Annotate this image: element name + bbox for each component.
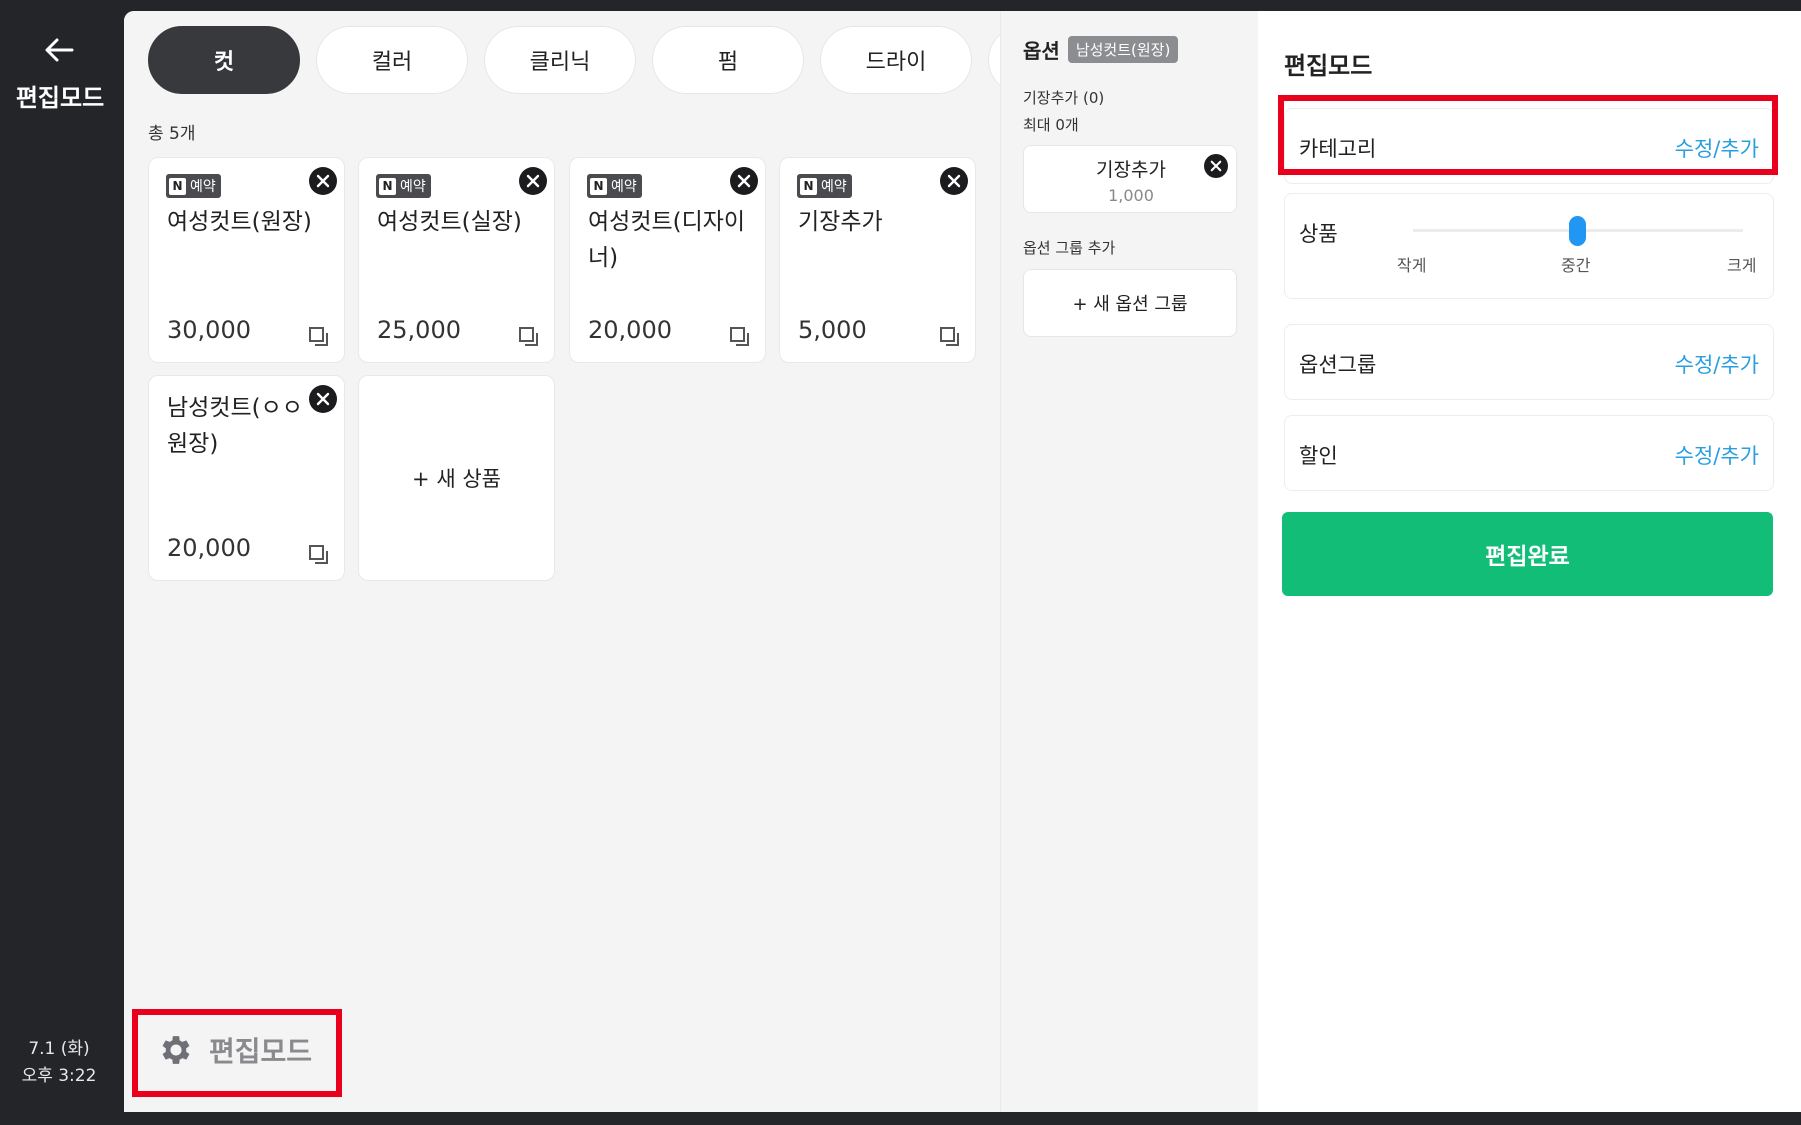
product-price: 30,000 — [167, 316, 251, 344]
product-price: 20,000 — [167, 534, 251, 562]
copy-icon[interactable] — [308, 326, 330, 348]
product-card[interactable]: N 예약 여성컷트(원장) 30,000 — [148, 157, 345, 363]
naver-n-icon: N — [379, 177, 396, 195]
edit-done-button[interactable]: 편집완료 — [1282, 512, 1773, 596]
product-name: 여성컷트(원장) — [167, 209, 312, 235]
highlight-box — [132, 1009, 342, 1097]
delete-option-button[interactable] — [1204, 154, 1228, 178]
close-icon — [526, 174, 540, 188]
options-title: 옵션 — [1023, 39, 1060, 63]
option-item-price: 1,000 — [1108, 186, 1154, 205]
product-name: 여성컷트(디자이너) — [588, 209, 746, 271]
reservation-badge: N 예약 — [376, 174, 431, 198]
close-icon — [1210, 160, 1222, 172]
delete-button[interactable] — [730, 167, 758, 195]
discount-edit-link[interactable]: 수정/추가 — [1675, 440, 1759, 470]
product-card[interactable]: N 예약 기장추가 5,000 — [779, 157, 976, 363]
close-icon — [316, 174, 330, 188]
left-rail: 편집모드 7.1 (화) 오후 3:22 — [0, 0, 124, 1125]
category-tabs: 컷 컬러 클리닉 펌 드라이 — [148, 26, 1000, 96]
copy-icon[interactable] — [729, 326, 751, 348]
option-item[interactable]: 기장추가 1,000 — [1023, 145, 1237, 213]
date-text: 7.1 (화) — [28, 1039, 90, 1059]
product-size-label: 상품 — [1299, 222, 1338, 246]
option-group-label: 옵션그룹 — [1299, 353, 1377, 377]
tab-dry[interactable]: 드라이 — [820, 26, 972, 94]
badge-label: 예약 — [400, 179, 426, 195]
close-icon — [947, 174, 961, 188]
option-group-edit-link[interactable]: 수정/추가 — [1675, 349, 1759, 379]
product-name: 기장추가 — [798, 209, 883, 235]
new-product-button[interactable]: + 새 상품 — [358, 375, 555, 581]
delete-button[interactable] — [940, 167, 968, 195]
selected-product-chip: 남성컷트(원장) — [1067, 36, 1179, 63]
discount-row: 할인 수정/추가 — [1284, 415, 1774, 491]
badge-label: 예약 — [190, 179, 216, 195]
naver-n-icon: N — [800, 177, 817, 195]
option-group-max: 최대 0개 — [1023, 116, 1079, 134]
reservation-badge: N 예약 — [797, 174, 852, 198]
close-icon — [737, 174, 751, 188]
delete-button[interactable] — [309, 167, 337, 195]
size-small-label: 작게 — [1397, 256, 1427, 275]
product-count: 총 5개 — [148, 124, 196, 144]
tab-perm[interactable]: 펌 — [652, 26, 804, 94]
edit-panel: 편집모드 카테고리 수정/추가 상품 작게 중간 크게 옵션그룹 수정/추가 할… — [1258, 11, 1801, 1112]
tab-next-partial[interactable] — [988, 26, 1000, 94]
tab-cut[interactable]: 컷 — [148, 26, 300, 94]
size-large-label: 크게 — [1727, 256, 1757, 275]
copy-icon[interactable] — [939, 326, 961, 348]
add-option-group-label: 옵션 그룹 추가 — [1023, 239, 1116, 257]
naver-n-icon: N — [169, 177, 186, 195]
panel-title: 편집모드 — [1284, 52, 1373, 80]
back-arrow-icon[interactable] — [42, 33, 76, 67]
badge-label: 예약 — [821, 179, 847, 195]
reservation-badge: N 예약 — [587, 174, 642, 198]
product-area: 컷 컬러 클리닉 펌 드라이 총 5개 N 예약 여성컷트(원장) 30,000 … — [124, 11, 1000, 1112]
new-option-group-button[interactable]: + 새 옵션 그룹 — [1023, 269, 1237, 337]
product-price: 20,000 — [588, 316, 672, 344]
rail-title: 편집모드 — [15, 84, 105, 112]
product-size-row: 상품 작게 중간 크게 — [1284, 193, 1774, 299]
product-card[interactable]: N 예약 여성컷트(디자이너) 20,000 — [569, 157, 766, 363]
copy-icon[interactable] — [518, 326, 540, 348]
options-header: 옵션 남성컷트(원장) — [1023, 35, 1179, 64]
option-group-row: 옵션그룹 수정/추가 — [1284, 324, 1774, 400]
size-medium-label: 중간 — [1561, 256, 1591, 275]
time-text: 오후 3:22 — [21, 1066, 97, 1086]
close-icon — [316, 392, 330, 406]
product-name: 여성컷트(실장) — [377, 209, 522, 235]
tab-color[interactable]: 컬러 — [316, 26, 468, 94]
delete-button[interactable] — [519, 167, 547, 195]
product-card[interactable]: N 예약 여성컷트(실장) 25,000 — [358, 157, 555, 363]
product-card[interactable]: 남성컷트(ㅇㅇ원장) 20,000 — [148, 375, 345, 581]
naver-n-icon: N — [590, 177, 607, 195]
main-area: 컷 컬러 클리닉 펌 드라이 총 5개 N 예약 여성컷트(원장) 30,000 … — [124, 11, 1801, 1112]
clock: 7.1 (화) 오후 3:22 — [0, 1036, 118, 1090]
copy-icon[interactable] — [308, 544, 330, 566]
reservation-badge: N 예약 — [166, 174, 221, 198]
product-price: 25,000 — [377, 316, 461, 344]
product-price: 5,000 — [798, 316, 867, 344]
option-group-name: 기장추가 (0) — [1023, 89, 1105, 107]
discount-label: 할인 — [1299, 444, 1338, 468]
tab-clinic[interactable]: 클리닉 — [484, 26, 636, 94]
badge-label: 예약 — [611, 179, 637, 195]
size-slider-thumb[interactable] — [1569, 216, 1586, 246]
product-name: 남성컷트(ㅇㅇ원장) — [167, 395, 303, 457]
options-column: 옵션 남성컷트(원장) 기장추가 (0) 최대 0개 기장추가 1,000 옵션… — [1000, 11, 1258, 1112]
delete-button[interactable] — [309, 385, 337, 413]
highlight-box — [1278, 95, 1778, 175]
